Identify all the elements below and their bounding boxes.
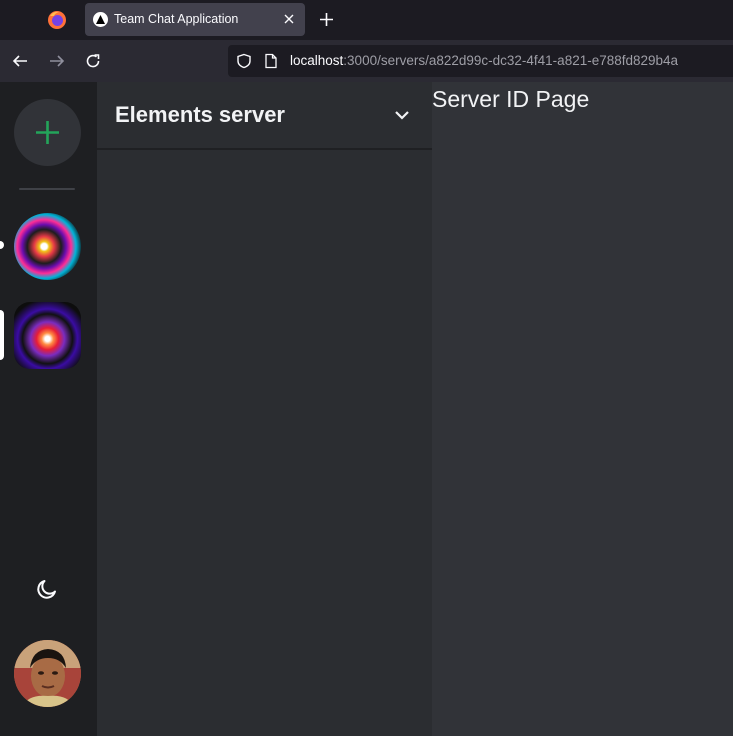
main-content: Server ID Page — [432, 82, 733, 736]
firefox-logo[interactable] — [47, 10, 67, 30]
active-tab[interactable]: Team Chat Application — [85, 3, 305, 36]
add-server-button[interactable] — [14, 99, 81, 166]
tab-title: Team Chat Application — [114, 12, 239, 26]
sidebar-divider — [19, 188, 75, 190]
server-sidebar — [0, 82, 97, 736]
close-tab-icon[interactable] — [281, 11, 297, 27]
page-title: Server ID Page — [432, 86, 590, 112]
new-tab-icon[interactable] — [318, 11, 335, 28]
url-bar[interactable]: localhost:3000/servers/a822d99c-dc32-4f4… — [228, 45, 733, 77]
chevron-down-icon[interactable] — [393, 106, 411, 124]
url-path: :3000/servers/a822d99c-dc32-4f41-a821-e7… — [343, 53, 679, 68]
browser-tab-bar: Team Chat Application — [0, 0, 733, 40]
shield-icon[interactable] — [236, 53, 252, 69]
plus-icon — [36, 121, 59, 144]
unread-indicator — [0, 241, 4, 249]
server-name: Elements server — [115, 102, 285, 127]
server-icon-1[interactable] — [14, 213, 81, 280]
server-header[interactable]: Elements server — [97, 82, 432, 150]
url-host: localhost — [290, 53, 344, 68]
moon-icon[interactable] — [35, 577, 59, 601]
active-server-indicator — [0, 310, 4, 360]
user-avatar[interactable] — [14, 640, 81, 707]
channel-sidebar: Elements server — [97, 82, 432, 736]
nextjs-favicon-icon — [93, 12, 108, 27]
server-icon-2[interactable] — [14, 302, 81, 369]
url-text: localhost:3000/servers/a822d99c-dc32-4f4… — [290, 53, 678, 68]
reload-icon[interactable] — [84, 52, 102, 70]
browser-nav-bar: localhost:3000/servers/a822d99c-dc32-4f4… — [0, 40, 733, 82]
back-icon[interactable] — [11, 52, 29, 70]
page-icon[interactable] — [264, 53, 278, 69]
forward-icon[interactable] — [48, 52, 66, 70]
